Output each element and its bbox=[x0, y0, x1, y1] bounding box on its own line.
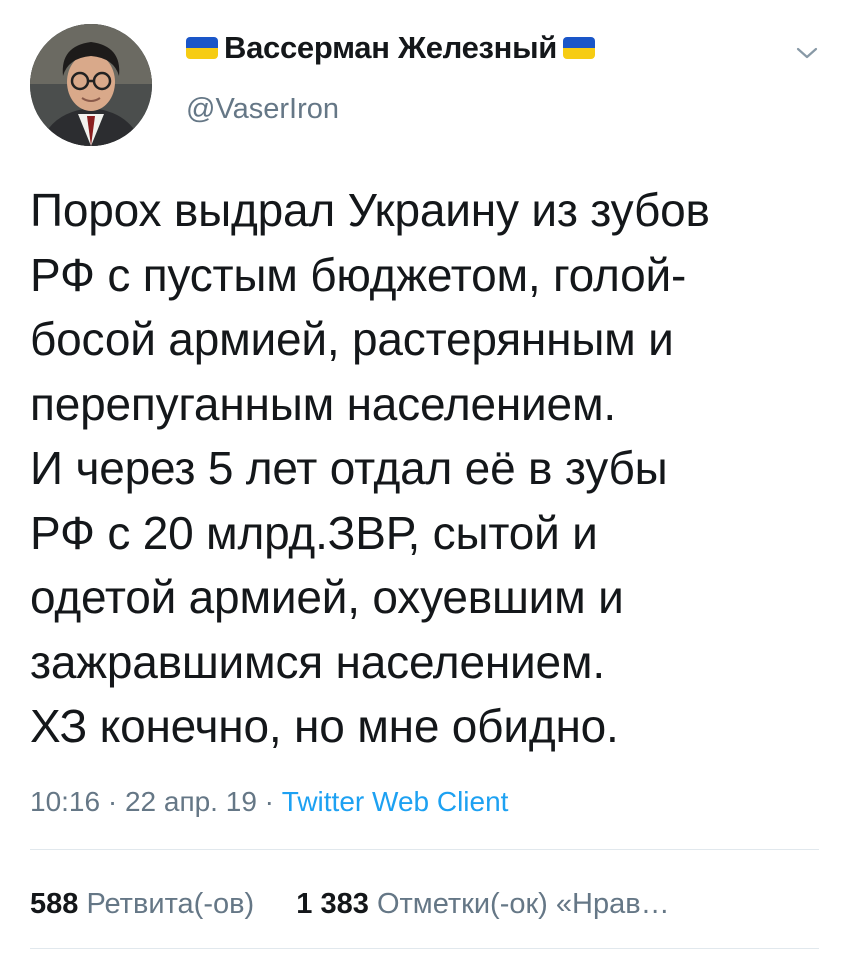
divider bbox=[30, 849, 819, 850]
avatar[interactable] bbox=[30, 24, 152, 146]
user-name-row[interactable]: Вассерман Железный bbox=[186, 30, 596, 66]
divider bbox=[30, 948, 819, 949]
likes-label[interactable]: Отметки(-ок) «Нрав… bbox=[377, 888, 670, 920]
user-handle[interactable]: @VaserIron bbox=[186, 93, 339, 126]
tweet-stats: 588 Ретвита(-ов) 1 383 Отметки(-ок) «Нра… bbox=[30, 888, 670, 921]
tweet-meta: 10:16 · 22 апр. 19 · Twitter Web Client bbox=[30, 786, 508, 818]
avatar-image bbox=[30, 24, 152, 146]
display-name[interactable]: Вассерман Железный bbox=[224, 30, 557, 66]
chevron-down-icon[interactable] bbox=[795, 44, 819, 62]
retweets-label[interactable]: Ретвита(-ов) bbox=[86, 888, 254, 920]
tweet-text: Порох выдрал Украину из зубов РФ с пусты… bbox=[30, 184, 710, 752]
likes-count[interactable]: 1 383 bbox=[296, 888, 369, 920]
tweet-timestamp[interactable]: 10:16 · 22 апр. 19 · bbox=[30, 786, 282, 817]
tweet-client-link[interactable]: Twitter Web Client bbox=[282, 786, 509, 817]
retweets-count[interactable]: 588 bbox=[30, 888, 78, 920]
ukraine-flag-icon bbox=[563, 37, 596, 59]
ukraine-flag-icon bbox=[186, 37, 218, 59]
